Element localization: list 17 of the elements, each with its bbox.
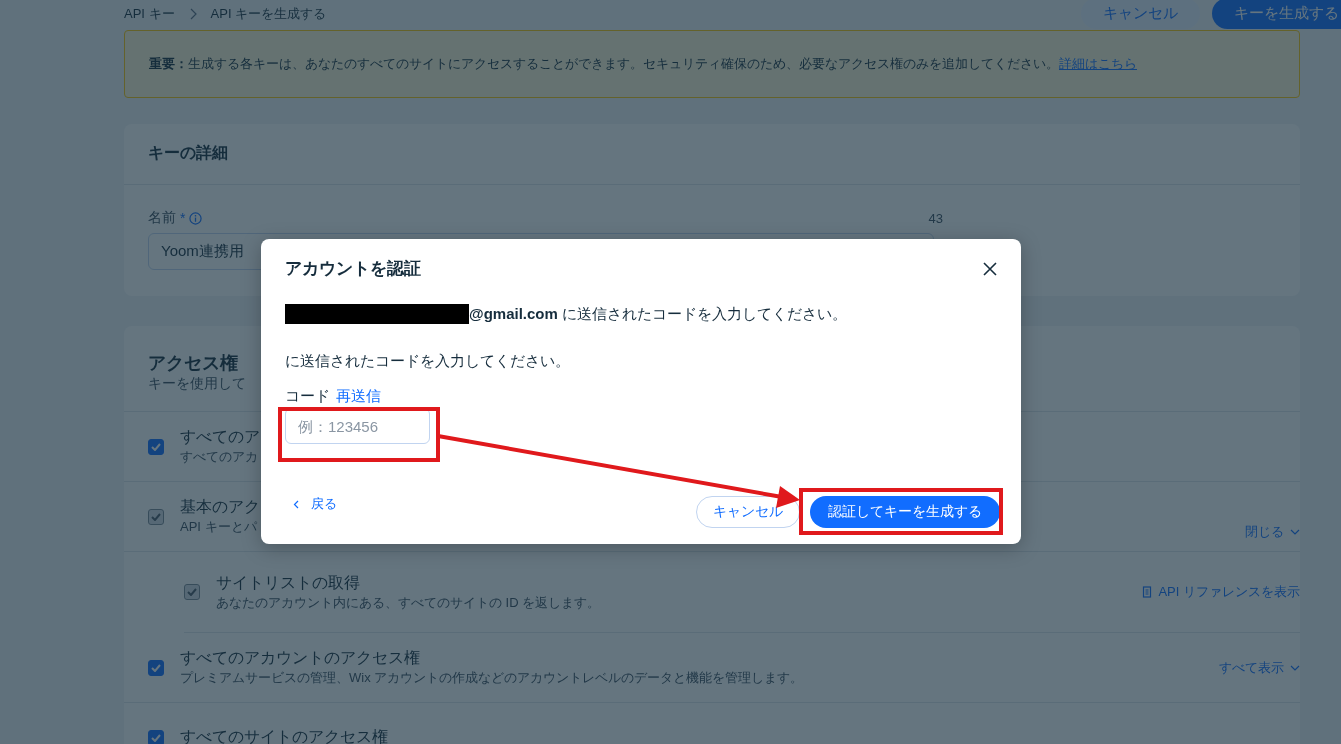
permission-description: あなたのアカウント内にある、すべてのサイトの ID を返します。 bbox=[216, 593, 601, 612]
field-label: コード bbox=[285, 387, 330, 406]
required-mark: * bbox=[180, 210, 186, 226]
permission-title: サイトリストの取得 bbox=[216, 572, 360, 593]
character-counter: 43 bbox=[928, 210, 943, 226]
dialog-title: アカウントを認証 bbox=[285, 258, 421, 280]
permission-title: 基本のアク bbox=[180, 497, 260, 517]
section-title: アクセス権 bbox=[148, 351, 238, 375]
email-message: @gmail.com に送信されたコードを入力してください。 bbox=[469, 304, 847, 324]
permission-title: すべてのアカウントのアクセス権 bbox=[180, 648, 420, 668]
permission-title: すべてのア bbox=[180, 427, 260, 447]
permission-description: すべてのアカ bbox=[180, 448, 258, 466]
notice-text: 重要：生成する各キーは、あなたのすべてのサイトにアクセスすることができます。セキュリティ確保のため、必要なアクセス権のみを追加してください。詳細はこちら bbox=[149, 55, 1137, 73]
field-label: 名前 bbox=[148, 209, 176, 227]
instruction-text: に送信されたコードを入力してください。 bbox=[285, 352, 571, 371]
section-subtitle: キーを使用して bbox=[148, 374, 246, 393]
section-title: キーの詳細 bbox=[148, 144, 228, 161]
